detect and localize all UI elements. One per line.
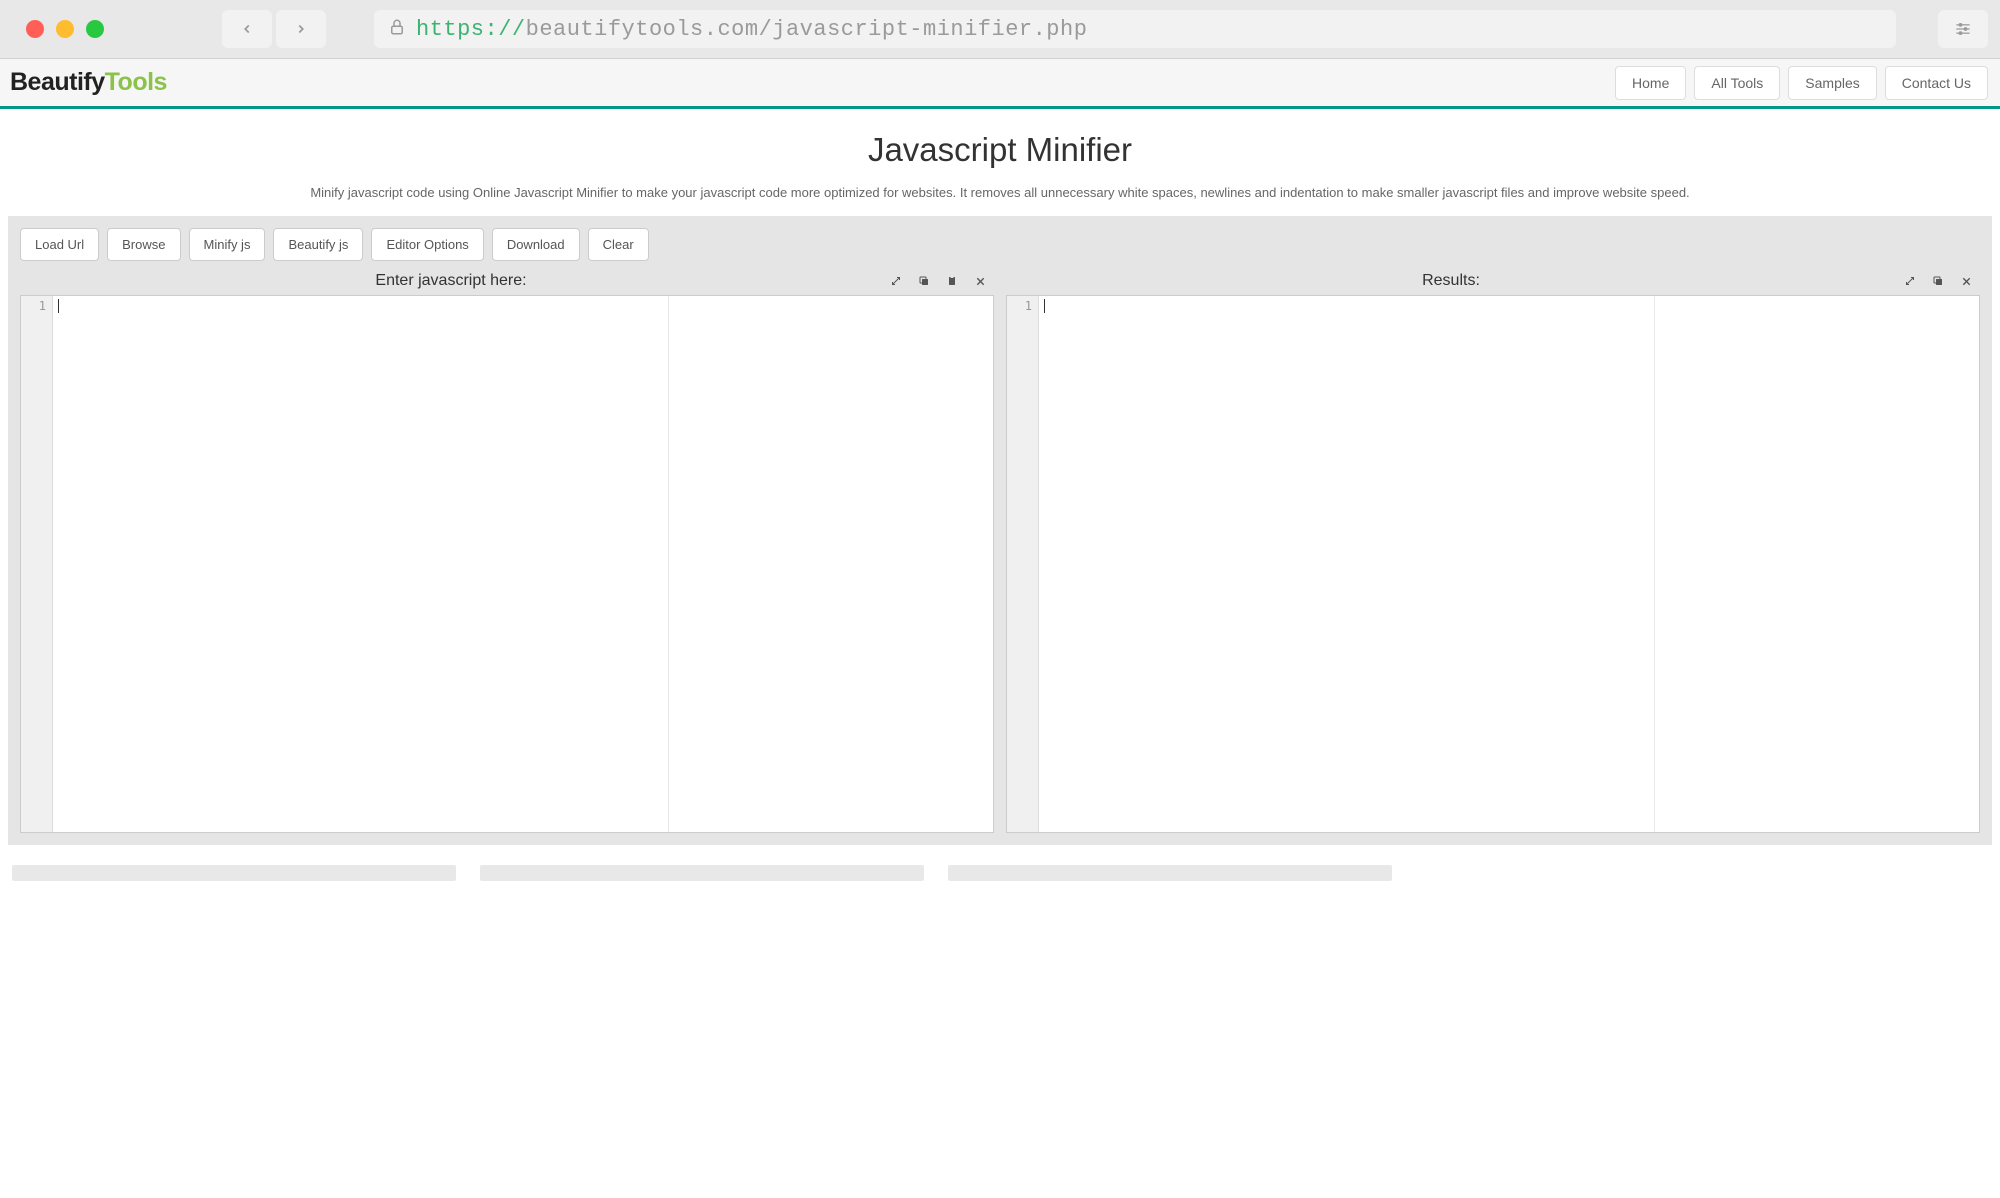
browser-menu-button[interactable] (1938, 10, 1988, 48)
input-code-area[interactable] (53, 296, 993, 832)
input-cursor (58, 299, 59, 313)
window-maximize-button[interactable] (86, 20, 104, 38)
site-logo[interactable]: BeautifyTools (10, 68, 167, 97)
nav-link-all-tools[interactable]: All Tools (1694, 66, 1780, 100)
page-title: Javascript Minifier (0, 131, 2000, 169)
input-copy-button[interactable] (910, 270, 938, 292)
placeholder-box (948, 865, 1392, 881)
toolbar-row: Load Url Browse Minify js Beautify js Ed… (20, 228, 1980, 261)
browser-back-button[interactable] (222, 10, 272, 48)
output-gutter: 1 (1007, 296, 1039, 832)
input-gutter: 1 (21, 296, 53, 832)
close-icon (1961, 276, 1972, 287)
editors-row: Enter javascript here: (20, 269, 1980, 833)
minify-js-button[interactable]: Minify js (189, 228, 266, 261)
page-content: Javascript Minifier Minify javascript co… (0, 109, 2000, 881)
output-expand-button[interactable] (1896, 270, 1924, 292)
expand-icon (890, 275, 902, 287)
input-editor-icons (882, 270, 994, 292)
url-text: https://beautifytools.com/javascript-min… (416, 17, 1087, 42)
output-editor-title: Results: (1006, 272, 1896, 290)
chevron-left-icon (240, 22, 254, 36)
beautify-js-button[interactable]: Beautify js (273, 228, 363, 261)
download-button[interactable]: Download (492, 228, 580, 261)
output-editor-panel: Results: 1 (1006, 269, 1980, 833)
window-controls (26, 20, 104, 38)
logo-part-tools: Tools (105, 68, 167, 96)
close-icon (975, 276, 986, 287)
placeholder-box (480, 865, 924, 881)
placeholder-box (12, 865, 456, 881)
input-editor-header: Enter javascript here: (20, 269, 994, 295)
browser-forward-button[interactable] (276, 10, 326, 48)
input-editor-title: Enter javascript here: (20, 272, 882, 290)
window-close-button[interactable] (26, 20, 44, 38)
logo-part-beautify: Beautify (10, 68, 105, 96)
browse-button[interactable]: Browse (107, 228, 180, 261)
window-minimize-button[interactable] (56, 20, 74, 38)
page-description: Minify javascript code using Online Java… (0, 185, 2000, 200)
output-line-number: 1 (1007, 298, 1032, 314)
load-url-button[interactable]: Load Url (20, 228, 99, 261)
copy-icon (918, 275, 930, 287)
browser-nav-buttons (222, 10, 326, 48)
output-clear-button[interactable] (1952, 270, 1980, 292)
output-editor-header: Results: (1006, 269, 1980, 295)
input-expand-button[interactable] (882, 270, 910, 292)
clear-button[interactable]: Clear (588, 228, 649, 261)
bottom-placeholders (0, 845, 2000, 881)
output-editor-icons (1896, 270, 1980, 292)
input-editor-panel: Enter javascript here: (20, 269, 994, 833)
paste-icon (946, 275, 958, 287)
url-host: beautifytools.com (526, 17, 759, 42)
output-copy-button[interactable] (1924, 270, 1952, 292)
url-bar[interactable]: https://beautifytools.com/javascript-min… (374, 10, 1896, 48)
url-protocol: https:// (416, 17, 526, 42)
nav-link-samples[interactable]: Samples (1788, 66, 1876, 100)
output-code-editor[interactable]: 1 (1006, 295, 1980, 833)
site-header: BeautifyTools Home All Tools Samples Con… (0, 59, 2000, 109)
copy-icon (1932, 275, 1944, 287)
header-nav: Home All Tools Samples Contact Us (1607, 66, 1988, 100)
nav-link-home[interactable]: Home (1615, 66, 1686, 100)
chevron-right-icon (294, 22, 308, 36)
input-clear-button[interactable] (966, 270, 994, 292)
input-code-editor[interactable]: 1 (20, 295, 994, 833)
lock-icon (388, 18, 406, 41)
url-path: /javascript-minifier.php (759, 17, 1088, 42)
nav-link-contact-us[interactable]: Contact Us (1885, 66, 1988, 100)
tool-area: Load Url Browse Minify js Beautify js Ed… (8, 216, 1992, 845)
editor-options-button[interactable]: Editor Options (371, 228, 483, 261)
output-cursor (1044, 299, 1045, 313)
browser-chrome: https://beautifytools.com/javascript-min… (0, 0, 2000, 59)
expand-icon (1904, 275, 1916, 287)
sliders-icon (1953, 19, 1973, 39)
input-paste-button[interactable] (938, 270, 966, 292)
output-code-area[interactable] (1039, 296, 1979, 832)
input-line-number: 1 (21, 298, 46, 314)
